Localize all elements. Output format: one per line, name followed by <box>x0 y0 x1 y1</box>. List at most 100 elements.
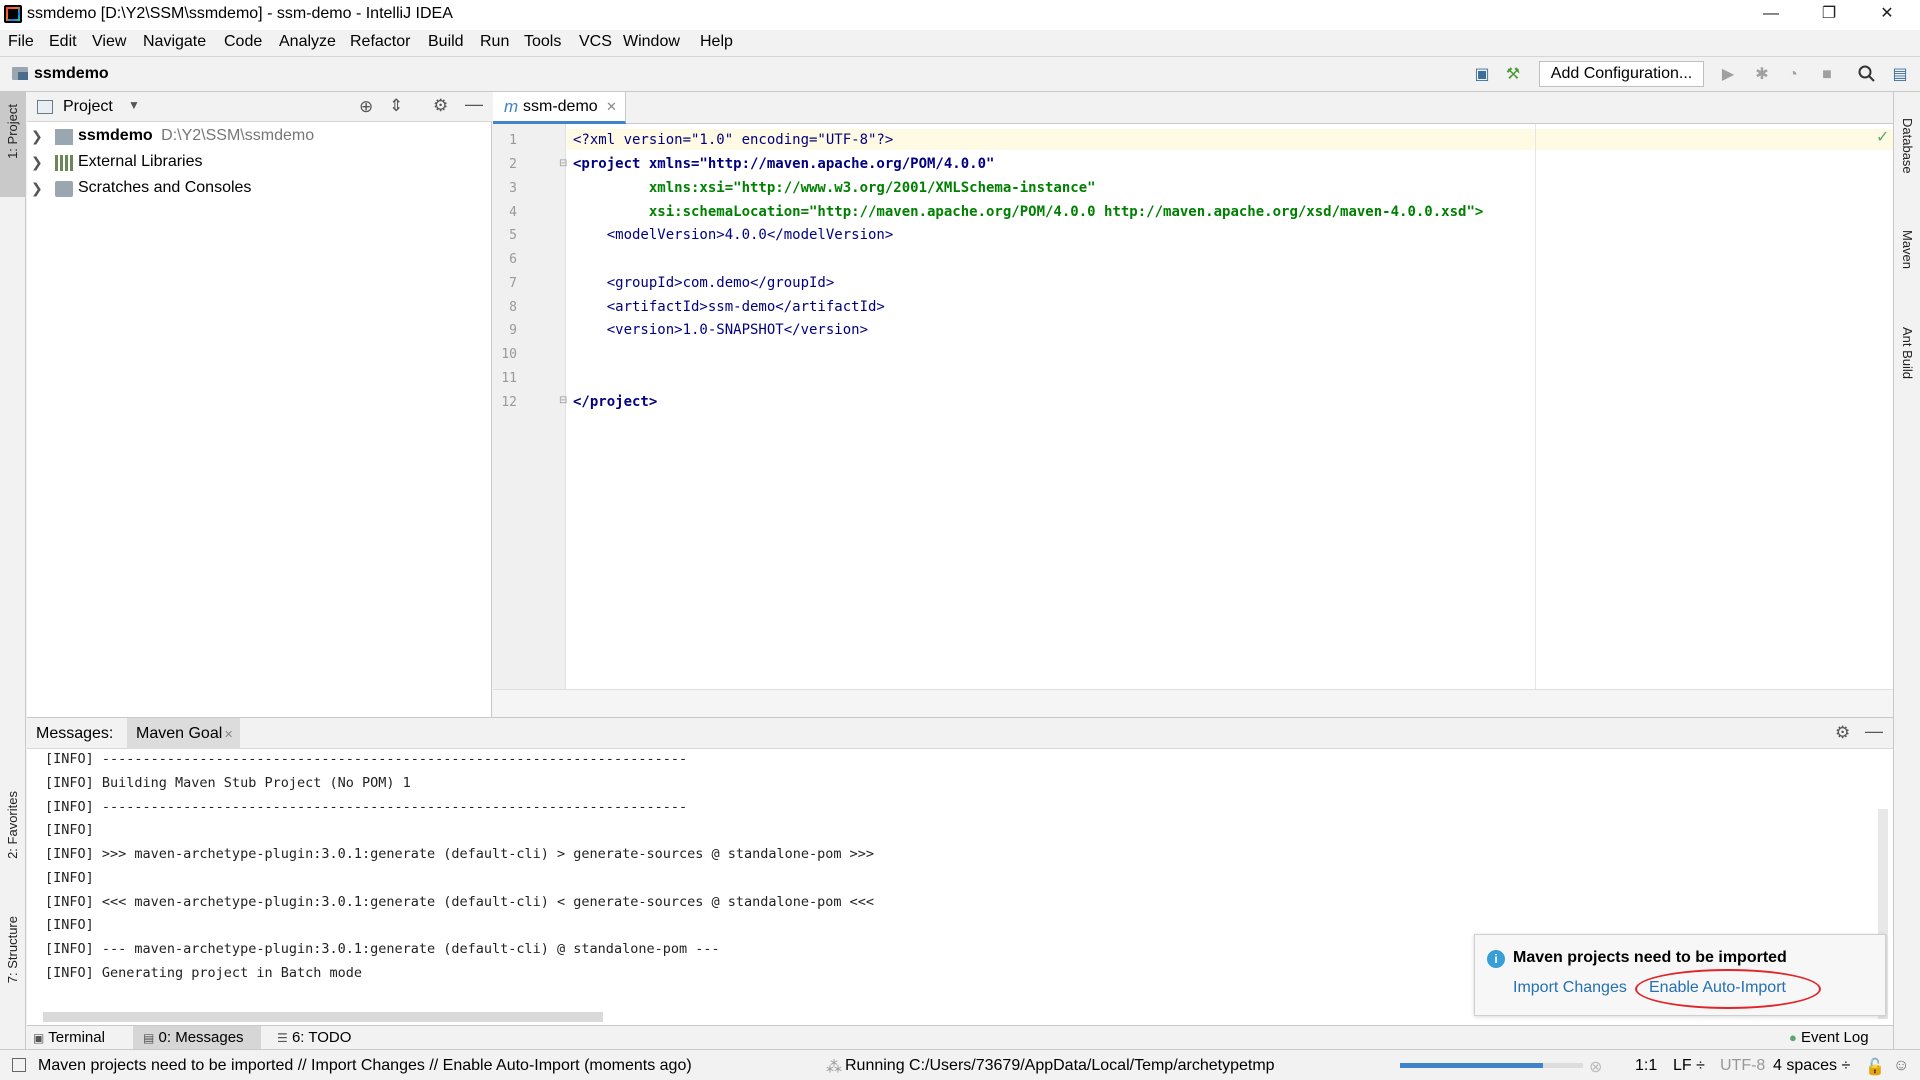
log-line: [INFO] Building Maven Stub Project (No P… <box>45 775 411 791</box>
project-structure-icon[interactable]: ▤ <box>1890 65 1910 85</box>
tool-tab-todo[interactable]: ☰ 6: TODO <box>277 1026 357 1050</box>
build-hammer-icon[interactable]: ⚒ <box>1503 65 1523 85</box>
tool-window-ant-tab[interactable]: Ant Build <box>1894 307 1920 407</box>
tool-window-favorites-tab[interactable]: 2: Favorites <box>0 785 26 895</box>
tool-window-structure-tab[interactable]: 7: Structure <box>0 910 26 1015</box>
messages-title: Messages: <box>36 725 114 742</box>
scratches-icon <box>55 181 73 197</box>
code-line: </project> <box>573 394 658 410</box>
toggle-tool-windows-icon[interactable] <box>12 1058 26 1072</box>
menu-navigate[interactable]: Navigate <box>143 33 206 51</box>
add-configuration-button[interactable]: Add Configuration... <box>1539 61 1704 87</box>
menu-refactor[interactable]: Refactor <box>350 33 410 51</box>
favorites-tab-label: 2: Favorites <box>5 791 20 859</box>
messages-tab-maven-goal[interactable]: Maven Goal ✕ <box>127 718 240 749</box>
code-line: <modelVersion>4.0.0</modelVersion> <box>573 227 894 243</box>
chevron-down-icon[interactable]: ▼ <box>128 98 140 112</box>
right-margin-guide <box>1535 124 1536 689</box>
left-tool-strip <box>0 92 26 1049</box>
code-line: xmlns:xsi="http://www.w3.org/2001/XMLSch… <box>573 180 1096 196</box>
code-line: <version>1.0-SNAPSHOT</version> <box>573 322 869 338</box>
tree-item-scratches[interactable]: ❯ Scratches and Consoles <box>27 176 492 202</box>
background-task-text[interactable]: Running C:/Users/73679/AppData/Local/Tem… <box>845 1057 1275 1075</box>
hide-panel-icon[interactable]: — <box>1865 721 1883 742</box>
gear-icon[interactable]: ⚙ <box>433 96 448 116</box>
tool-window-database-tab[interactable]: Database <box>1894 104 1920 184</box>
menu-edit[interactable]: Edit <box>49 33 77 51</box>
cancel-task-icon[interactable]: ⊗ <box>1589 1057 1602 1077</box>
close-button[interactable]: ✕ <box>1858 0 1916 30</box>
tool-window-maven-tab[interactable]: Maven <box>1894 212 1920 292</box>
debug-icon[interactable]: ✱ <box>1752 65 1772 85</box>
database-tab-label: Database <box>1900 118 1915 174</box>
editor-tab-bar: m ssm-demo ✕ <box>493 92 1893 124</box>
code-line: <?xml version="1.0" encoding="UTF-8"?> <box>573 132 894 148</box>
line-number: 9 <box>509 323 517 338</box>
close-tab-icon[interactable]: ✕ <box>606 99 617 115</box>
expand-arrow-icon[interactable]: ❯ <box>31 128 43 145</box>
status-message[interactable]: Maven projects need to be imported // Im… <box>38 1057 692 1075</box>
minimize-button[interactable]: — <box>1742 0 1800 30</box>
gear-icon[interactable]: ⚙ <box>1835 723 1850 743</box>
file-encoding[interactable]: UTF-8 <box>1720 1057 1765 1075</box>
menu-code[interactable]: Code <box>224 33 262 51</box>
menu-file[interactable]: File <box>8 33 34 51</box>
import-changes-link[interactable]: Import Changes <box>1513 979 1627 997</box>
tool-window-project-tab[interactable]: 1: Project <box>0 92 26 197</box>
caret-position[interactable]: 1:1 <box>1635 1057 1657 1075</box>
line-number: 2 <box>509 157 517 172</box>
tool-tab-terminal[interactable]: ▣ Terminal <box>33 1026 113 1050</box>
fold-marker-icon[interactable]: ⊟ <box>559 158 567 169</box>
terminal-toolbar-icon[interactable]: ▣ <box>1472 65 1492 85</box>
editor-horizontal-scrollbar[interactable] <box>493 689 1893 717</box>
line-number: 12 <box>501 395 517 410</box>
line-number: 5 <box>509 228 517 243</box>
todo-list-icon: ☰ <box>277 1031 288 1045</box>
project-folder-icon <box>12 67 28 80</box>
info-icon: i <box>1487 950 1505 968</box>
stop-icon[interactable]: ■ <box>1817 65 1837 85</box>
coverage-icon[interactable]: ◔ <box>1783 65 1803 85</box>
menu-tools[interactable]: Tools <box>524 33 561 51</box>
run-icon[interactable]: ▶ <box>1718 65 1738 85</box>
menu-view[interactable]: View <box>92 33 126 51</box>
close-tab-icon[interactable]: ✕ <box>224 728 233 741</box>
breadcrumb-project[interactable]: ssmdemo <box>34 65 109 83</box>
code-editor[interactable]: 1 2 3 4 5 6 7 8 9 10 11 12 ⊟ ⊟ ✓ <?xml v… <box>493 124 1893 717</box>
menu-help[interactable]: Help <box>700 33 733 51</box>
line-number-gutter: 1 2 3 4 5 6 7 8 9 10 11 12 ⊟ ⊟ <box>493 124 567 689</box>
library-icon <box>55 155 73 171</box>
window-title: ssmdemo [D:\Y2\SSM\ssmdemo] - ssm-demo -… <box>27 5 453 22</box>
tool-tab-event-log[interactable]: ● Event Log <box>1789 1026 1889 1050</box>
line-number: 7 <box>509 276 517 291</box>
line-number: 6 <box>509 252 517 267</box>
log-line: [INFO] <box>45 870 94 886</box>
restore-button[interactable]: ❐ <box>1800 0 1858 30</box>
fold-marker-icon[interactable]: ⊟ <box>559 395 567 406</box>
lock-icon[interactable]: 🔓 <box>1865 1057 1885 1077</box>
editor-tab-ssm-demo[interactable]: m ssm-demo ✕ <box>493 92 626 124</box>
tool-tab-label: 6: TODO <box>291 1029 352 1046</box>
expand-arrow-icon[interactable]: ❯ <box>31 154 43 171</box>
menu-vcs[interactable]: VCS <box>579 33 612 51</box>
expand-arrow-icon[interactable]: ❯ <box>31 180 43 197</box>
tree-item-external-libraries[interactable]: ❯ External Libraries <box>27 150 492 176</box>
tool-tab-messages[interactable]: ▤ 0: Messages <box>133 1026 261 1050</box>
line-separator[interactable]: LF ÷ <box>1673 1057 1705 1075</box>
tree-item-label: Scratches and Consoles <box>78 179 252 196</box>
locate-target-icon[interactable]: ⊕ <box>359 97 373 117</box>
project-panel-header: Project ▼ ⊕ ⇕ ⚙ — <box>27 92 492 122</box>
indent-settings[interactable]: 4 spaces ÷ <box>1773 1057 1850 1075</box>
collapse-all-icon[interactable]: ⇕ <box>389 96 403 116</box>
messages-horizontal-scrollbar[interactable] <box>43 1012 603 1022</box>
menu-run[interactable]: Run <box>480 33 509 51</box>
menu-analyze[interactable]: Analyze <box>279 33 336 51</box>
menu-build[interactable]: Build <box>428 33 464 51</box>
structure-tab-label: 7: Structure <box>5 916 20 984</box>
hide-panel-icon[interactable]: — <box>465 94 483 115</box>
inspector-icon[interactable]: ☺ <box>1893 1057 1909 1075</box>
project-view-selector[interactable]: Project <box>63 98 113 116</box>
search-icon[interactable] <box>1857 65 1877 85</box>
tree-item-ssmdemo[interactable]: ❯ ssmdemo D:\Y2\SSM\ssmdemo <box>27 124 492 150</box>
menu-window[interactable]: Window <box>623 33 680 51</box>
